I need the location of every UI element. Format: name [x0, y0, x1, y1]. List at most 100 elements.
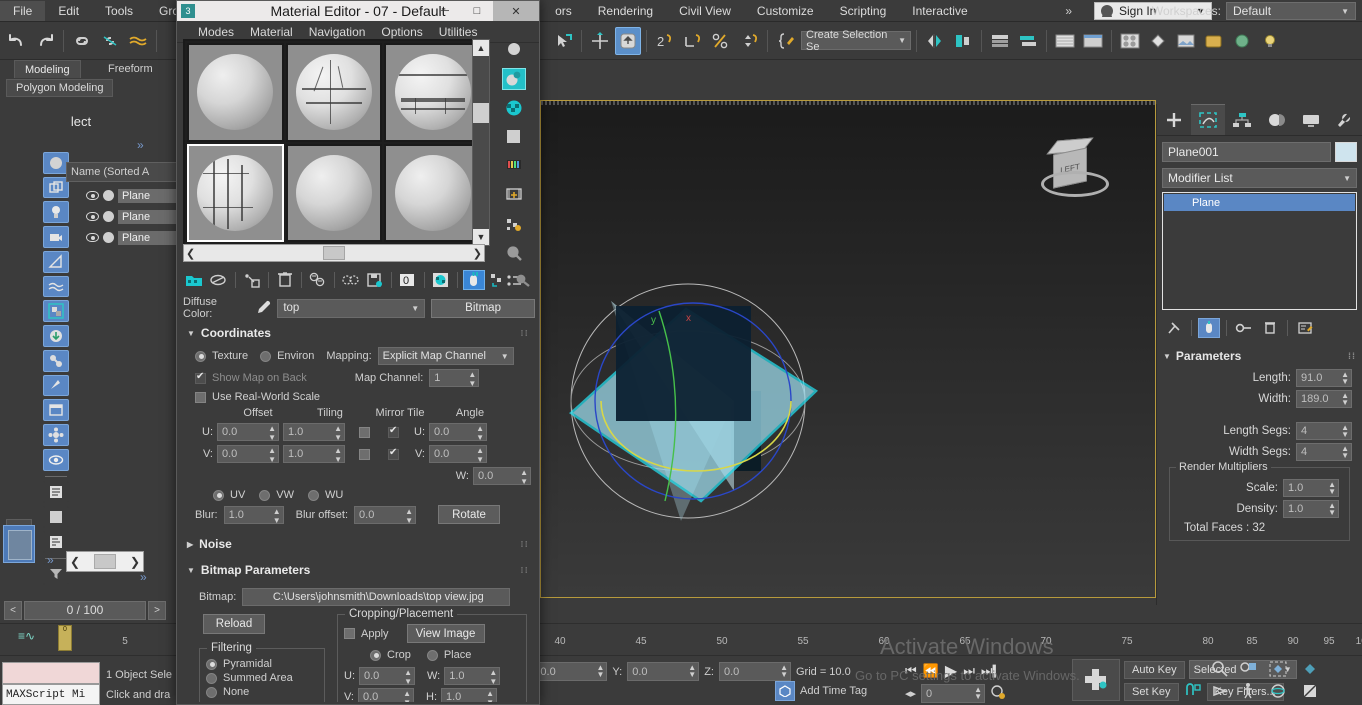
next-frame-button[interactable]: > — [148, 601, 166, 620]
spinner-icon[interactable]: ▲▼ — [404, 668, 412, 686]
material-slot-1[interactable] — [187, 43, 284, 142]
spinner-icon[interactable]: ▲▼ — [974, 686, 982, 700]
rotate-button[interactable]: Rotate — [438, 505, 500, 524]
reset-map-icon[interactable] — [274, 270, 296, 290]
make-material-copy-icon[interactable] — [307, 270, 329, 290]
tab-utilities[interactable] — [1328, 104, 1362, 135]
show-map-on-back-checkbox[interactable] — [195, 373, 206, 384]
detail-view-icon[interactable] — [43, 531, 69, 553]
menu-modifiers[interactable]: ors — [542, 1, 585, 21]
spinner-icon[interactable]: ▲▼ — [268, 446, 276, 464]
put-material-to-scene-icon[interactable] — [208, 270, 230, 290]
offset-u-input[interactable]: 0.0 ▲▼ — [217, 423, 279, 441]
ribbon-tab-modeling[interactable]: Modeling — [14, 60, 81, 78]
material-sample-slots[interactable] — [183, 39, 485, 246]
spinner-icon[interactable]: ▲▼ — [468, 370, 476, 388]
spinner-icon[interactable]: ▲▼ — [268, 424, 276, 442]
scroll-down-icon[interactable]: ▼ — [473, 229, 489, 245]
material-slot-4[interactable] — [187, 144, 284, 243]
menu-customize[interactable]: Customize — [744, 1, 827, 21]
backlight-icon[interactable] — [502, 68, 526, 90]
filter-pyramidal-row[interactable]: Pyramidal — [206, 658, 318, 670]
make-preview-icon[interactable] — [502, 184, 526, 206]
crop-h-input[interactable]: 1.0 ▲▼ — [441, 688, 497, 702]
show-end-result-icon[interactable] — [1198, 318, 1220, 338]
tab-motion[interactable] — [1260, 104, 1294, 135]
object-color-swatch[interactable] — [1335, 142, 1357, 162]
length-input[interactable]: 91.0 ▲▼ — [1296, 369, 1352, 387]
make-unique-icon[interactable] — [1233, 318, 1255, 338]
eye-icon[interactable] — [86, 233, 99, 242]
frame-counter[interactable]: 0 / 100 — [24, 601, 146, 620]
scroll-thumb[interactable] — [323, 246, 345, 260]
ribbon-panel-polygon-modeling[interactable]: Polygon Modeling — [6, 79, 113, 97]
show-map-in-viewport-icon[interactable] — [430, 270, 452, 290]
go-forward-to-sibling-icon[interactable] — [513, 270, 535, 290]
environ-radio[interactable] — [260, 351, 271, 362]
close-button[interactable]: ✕ — [493, 1, 539, 21]
render-setup-icon[interactable] — [1145, 27, 1171, 55]
zoom-icon[interactable] — [1208, 659, 1232, 679]
menu-overflow-icon[interactable]: » — [1065, 4, 1072, 18]
select-and-move-icon[interactable] — [587, 27, 613, 55]
spinner-icon[interactable]: ▲▼ — [1328, 481, 1336, 495]
maximize-button[interactable]: □ — [461, 1, 493, 21]
map-channel-input[interactable]: 1 ▲▼ — [429, 369, 479, 387]
object-name-input[interactable]: Plane001 — [1162, 142, 1331, 162]
scroll-left-icon[interactable]: ❮ — [70, 555, 80, 569]
angle-u-input[interactable]: 0.0 ▲▼ — [429, 423, 487, 441]
menu-edit[interactable]: Edit — [45, 1, 92, 21]
filter-helpers-icon[interactable] — [43, 251, 69, 273]
tab-display[interactable] — [1294, 104, 1328, 135]
scroll-right-icon[interactable]: ❯ — [130, 555, 140, 569]
material-slot-3[interactable] — [384, 43, 481, 142]
density-input[interactable]: 1.0 ▲▼ — [1283, 500, 1339, 518]
z-input[interactable]: 0.0 ▲▼ — [719, 662, 791, 681]
maximize-viewport-icon[interactable] — [1298, 681, 1322, 701]
auto-key-button[interactable]: Auto Key — [1124, 661, 1185, 679]
menu-file[interactable]: File — [0, 1, 45, 21]
filter-space-warps-icon[interactable] — [43, 276, 69, 298]
schematic-view-icon[interactable] — [1080, 27, 1106, 55]
scale-input[interactable]: 1.0 ▲▼ — [1283, 479, 1339, 497]
eye-icon[interactable] — [86, 212, 99, 221]
spinner-icon[interactable]: ▲▼ — [780, 664, 788, 678]
scene-explorer-column-header[interactable]: Name (Sorted A — [66, 162, 178, 182]
pan-icon[interactable] — [1208, 681, 1232, 701]
select-by-material-icon[interactable] — [502, 242, 526, 264]
modifier-stack[interactable]: Plane — [1162, 192, 1357, 310]
use-real-world-scale-checkbox[interactable] — [195, 392, 206, 403]
place-radio[interactable] — [427, 650, 438, 661]
angle-snap-icon[interactable] — [680, 27, 706, 55]
menu-tools[interactable]: Tools — [92, 1, 146, 21]
summed-area-radio[interactable] — [206, 673, 217, 684]
options-icon[interactable] — [502, 213, 526, 235]
spinner-icon[interactable]: ▲▼ — [489, 668, 497, 686]
background-checker-icon[interactable] — [502, 97, 526, 119]
blur-input[interactable]: 1.0 ▲▼ — [224, 506, 284, 524]
layer-explorer-icon[interactable] — [987, 27, 1013, 55]
scene-explorer-icon[interactable] — [1015, 27, 1041, 55]
go-to-parent-icon[interactable] — [488, 270, 510, 290]
freeze-dot-icon[interactable] — [103, 190, 114, 201]
spinner-icon[interactable]: ▲▼ — [403, 689, 411, 702]
filter-containers-icon[interactable] — [43, 399, 69, 421]
menu-rendering[interactable]: Rendering — [585, 1, 666, 21]
material-editor-icon[interactable] — [1117, 27, 1143, 55]
track-bar-icon[interactable]: ≡∿ — [18, 629, 35, 643]
filter-xrefs-icon[interactable] — [43, 325, 69, 347]
pin-stack-icon[interactable] — [1163, 318, 1185, 338]
align-icon[interactable] — [950, 27, 976, 55]
texture-radio[interactable] — [195, 351, 206, 362]
tile-u-checkbox[interactable] — [388, 427, 399, 438]
crop-u-input[interactable]: 0.0 ▲▼ — [359, 667, 415, 685]
select-and-link-icon[interactable] — [69, 27, 95, 55]
crop-radio[interactable] — [370, 650, 381, 661]
menu-interactive[interactable]: Interactive — [899, 1, 980, 21]
set-key-label-button[interactable]: Set Key — [1124, 683, 1179, 701]
menu-scripting[interactable]: Scripting — [827, 1, 900, 21]
offset-v-input[interactable]: 0.0 ▲▼ — [217, 445, 279, 463]
spinner-icon[interactable]: ▲▼ — [334, 446, 342, 464]
percent-snap-icon[interactable] — [708, 27, 734, 55]
map-name-input[interactable]: top ▼ — [277, 299, 425, 318]
